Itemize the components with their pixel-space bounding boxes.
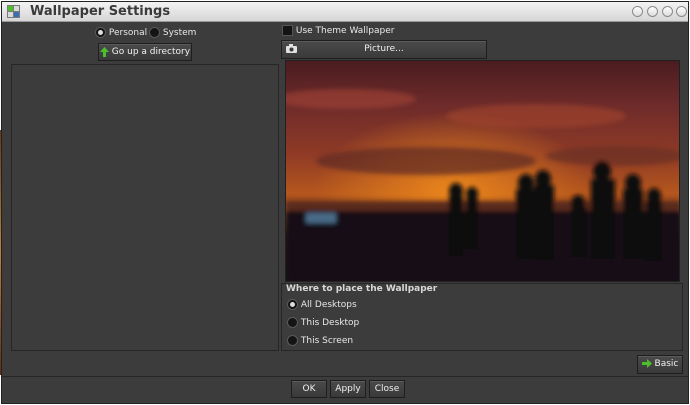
up-arrow-icon: [99, 46, 109, 57]
ok-button[interactable]: OK: [291, 380, 327, 398]
wallpaper-preview-image: [285, 60, 680, 282]
placement-option-this-screen[interactable]: This Screen: [287, 335, 353, 346]
picture-label: Picture...: [364, 44, 404, 54]
placement-option-label: This Desktop: [300, 318, 360, 328]
sunset-silhouette-image: [286, 61, 679, 281]
placement-option-label: All Desktops: [300, 300, 357, 310]
placement-option-all-desktops[interactable]: All Desktops: [287, 299, 357, 310]
radio-selected-icon[interactable]: [287, 299, 298, 310]
system-label: System: [162, 28, 197, 38]
apply-button[interactable]: Apply: [330, 380, 366, 398]
checkbox-icon[interactable]: [282, 25, 293, 36]
placement-option-this-desktop[interactable]: This Desktop: [287, 317, 359, 328]
wallpaper-settings-window: Wallpaper Settings Personal System Go up…: [2, 2, 688, 403]
title-bar[interactable]: Wallpaper Settings: [2, 2, 688, 22]
close-button[interactable]: Close: [369, 380, 405, 398]
radio-unselected-icon[interactable]: [287, 317, 298, 328]
go-up-label: Go up a directory: [111, 47, 191, 57]
basic-label: Basic: [654, 359, 679, 369]
minimize-button-icon[interactable]: [647, 6, 658, 17]
go-up-directory-button[interactable]: Go up a directory: [98, 43, 192, 61]
picture-button[interactable]: Picture...: [281, 40, 487, 59]
right-arrow-icon: [641, 359, 652, 368]
shade-button-icon[interactable]: [632, 6, 643, 17]
footer-divider: [2, 376, 688, 377]
camera-icon: [286, 44, 297, 53]
radio-selected-icon[interactable]: [95, 27, 106, 38]
placement-option-label: This Screen: [300, 336, 354, 346]
close-window-button-icon[interactable]: [676, 6, 687, 17]
personal-label: Personal: [108, 28, 148, 38]
wallpaper-file-list[interactable]: [11, 64, 279, 351]
window-title: Wallpaper Settings: [30, 4, 171, 19]
basic-mode-button[interactable]: Basic: [637, 355, 683, 374]
wallpaper-app-icon: [7, 5, 20, 18]
placement-group-label: Where to place the Wallpaper: [286, 284, 438, 294]
maximize-button-icon[interactable]: [662, 6, 673, 17]
radio-unselected-icon[interactable]: [149, 27, 160, 38]
source-system-option[interactable]: System: [149, 27, 196, 38]
use-theme-label: Use Theme Wallpaper: [295, 26, 395, 36]
placement-group: Where to place the Wallpaper All Desktop…: [281, 283, 683, 351]
radio-unselected-icon[interactable]: [287, 335, 298, 346]
use-theme-wallpaper-checkbox[interactable]: Use Theme Wallpaper: [282, 25, 394, 36]
source-personal-option[interactable]: Personal: [95, 27, 147, 38]
